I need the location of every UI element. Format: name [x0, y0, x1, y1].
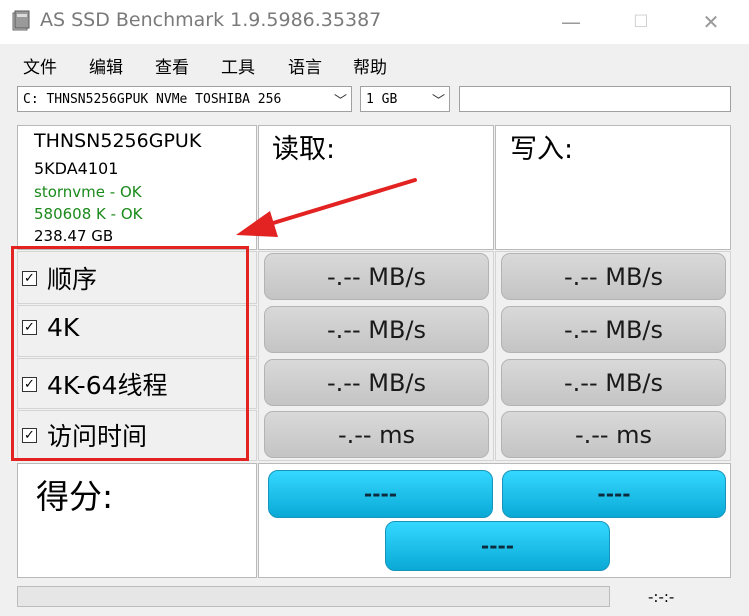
driver-status: stornvme - OK — [34, 183, 142, 201]
menu-tools[interactable]: 工具 — [221, 53, 255, 78]
4k-write-result: -.-- MB/s — [501, 306, 726, 353]
drive-capacity: 238.47 GB — [34, 227, 114, 245]
total-score: ---- — [385, 521, 610, 571]
size-select[interactable]: 1 GB ﹀ — [360, 86, 450, 112]
menu-language[interactable]: 语言 — [288, 53, 322, 78]
close-icon: ✕ — [702, 10, 720, 34]
app-icon — [12, 10, 30, 31]
chevron-down-icon: ﹀ — [333, 94, 347, 109]
4k64-read-result: -.-- MB/s — [264, 359, 489, 406]
score-label: 得分: — [36, 477, 114, 516]
alignment-status: 580608 K - OK — [34, 205, 143, 223]
menu-help[interactable]: 帮助 — [353, 53, 387, 78]
text-field[interactable] — [459, 86, 731, 112]
drive-model: THNSN5256GPUK — [34, 130, 202, 152]
write-score: ---- — [502, 470, 726, 518]
seq-read-result: -.-- MB/s — [264, 253, 489, 300]
menu-edit[interactable]: 编辑 — [89, 53, 123, 78]
seq-write-result: -.-- MB/s — [501, 253, 726, 300]
maximize-icon: ☐ — [633, 12, 649, 32]
menu-file[interactable]: 文件 — [23, 53, 57, 78]
close-button[interactable]: ✕ — [681, 0, 741, 44]
annotation-arrow-icon — [236, 178, 417, 237]
drive-select-value: C: THNSN5256GPUK NVMe TOSHIBA 256 — [23, 91, 282, 107]
highlight-box — [11, 246, 249, 461]
progress-bar — [17, 586, 610, 607]
size-select-value: 1 GB — [366, 91, 398, 107]
minimize-icon: — — [561, 10, 581, 34]
elapsed-time: -:-:- — [648, 588, 675, 606]
access-write-result: -.-- ms — [501, 411, 726, 458]
drive-select[interactable]: C: THNSN5256GPUK NVMe TOSHIBA 256 ﹀ — [17, 86, 352, 112]
maximize-button[interactable]: ☐ — [611, 0, 671, 44]
write-header-label: 写入: — [510, 134, 574, 165]
drive-firmware: 5KDA4101 — [34, 159, 119, 178]
minimize-button[interactable]: — — [541, 0, 601, 44]
4k-read-result: -.-- MB/s — [264, 306, 489, 353]
menu-view[interactable]: 查看 — [155, 53, 189, 78]
access-read-result: -.-- ms — [264, 411, 489, 458]
chevron-down-icon: ﹀ — [431, 94, 445, 109]
read-header-label: 读取: — [272, 134, 336, 165]
read-score: ---- — [268, 470, 493, 518]
4k64-write-result: -.-- MB/s — [501, 359, 726, 406]
window-title: AS SSD Benchmark 1.9.5986.35387 — [40, 9, 382, 31]
